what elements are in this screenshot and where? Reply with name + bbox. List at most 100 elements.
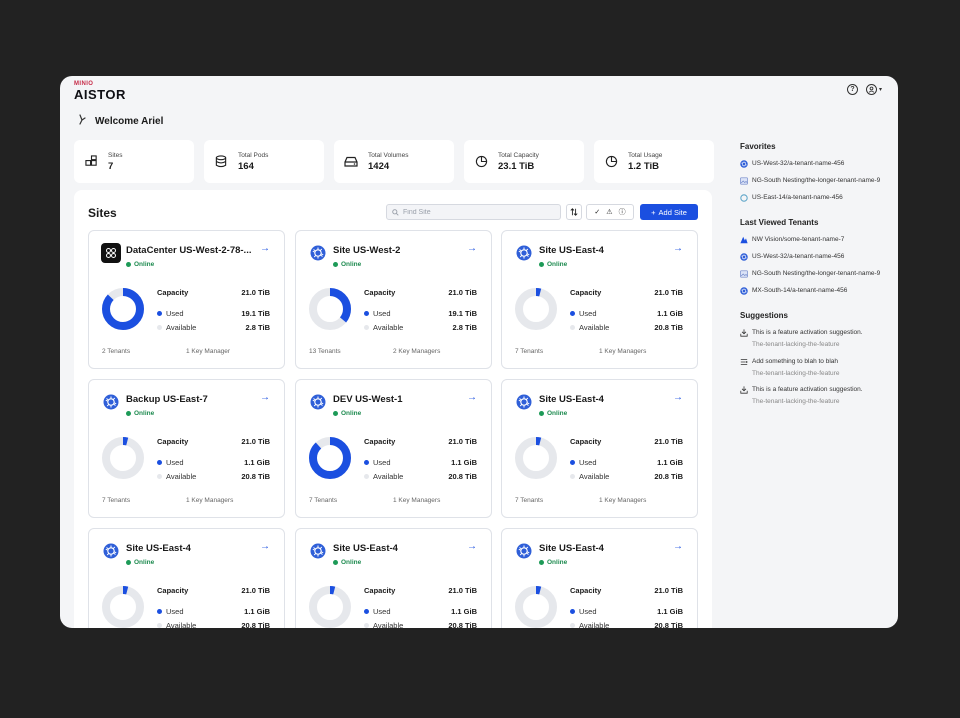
capacity-label: Capacity (157, 437, 189, 446)
arrow-right-icon[interactable]: → (467, 392, 477, 403)
arrow-right-icon[interactable]: → (673, 243, 683, 254)
last-viewed-item[interactable]: NG-South Nesting/the-longer-tenant-name-… (740, 270, 890, 279)
arrow-right-icon[interactable]: → (467, 541, 477, 552)
capacity-label: Capacity (364, 437, 396, 446)
favorites-item[interactable]: NG-South Nesting/the-longer-tenant-name-… (740, 177, 890, 186)
arrow-right-icon[interactable]: → (260, 243, 270, 254)
favorites-section: Favorites US-West-32/a-tenant-name-456 NG… (740, 142, 890, 202)
capacity-value: 21.0 TiB (241, 437, 270, 446)
site-card[interactable]: DataCenter US-West-2-78-... Online → Capaci… (88, 230, 285, 369)
last-viewed-item[interactable]: NW Vision/some-tenant-name-7 (740, 236, 890, 245)
capacity-value: 21.0 TiB (448, 586, 477, 595)
used-value: 1.1 GiB (244, 458, 270, 467)
site-name: Site US-East-4 (126, 543, 191, 554)
arrow-right-icon[interactable]: → (673, 392, 683, 403)
available-legend-dot (570, 474, 575, 479)
arrow-right-icon[interactable]: → (673, 541, 683, 552)
kubernetes-icon (101, 541, 121, 561)
stat-card: Total Pods 164 (204, 140, 324, 183)
key-managers-count: 2 Key Managers (393, 348, 441, 355)
capacity-value: 21.0 TiB (448, 288, 477, 297)
item-sublabel: The-tenant-lacking-the-feature (752, 369, 840, 377)
stats-row: Sites 7 Total Pods 164 Total Volumes 1424 Tota… (74, 140, 714, 183)
online-dot-icon (333, 411, 338, 416)
site-card[interactable]: Site US-East-4 Online → Capacity 21.0 TiB Use… (295, 528, 492, 628)
kubernetes-icon (101, 392, 121, 412)
status-badge: Online (539, 410, 567, 417)
database-icon (214, 155, 228, 169)
check-icon[interactable]: ✓ (594, 208, 600, 216)
used-row: Used (364, 607, 391, 616)
status-badge: Online (126, 410, 154, 417)
stat-value: 1424 (368, 160, 390, 172)
image-icon (740, 177, 748, 185)
site-name: Site US-West-2 (333, 245, 401, 256)
image-icon (740, 270, 748, 278)
favorites-item[interactable]: US-West-32/a-tenant-name-456 (740, 160, 890, 169)
find-site-input[interactable] (403, 208, 553, 216)
help-icon[interactable]: ? (846, 84, 858, 95)
site-card[interactable]: Site US-East-4 Online → Capacity 21.0 TiB Use… (501, 528, 698, 628)
last-viewed-item[interactable]: MX-South-14/a-tenant-name-456 (740, 287, 890, 296)
used-row: Used (157, 458, 184, 467)
suggestions-item[interactable]: Add something to blah to blah The-tenant-… (740, 358, 890, 379)
user-icon[interactable] (865, 84, 877, 95)
arrow-right-icon[interactable]: → (260, 392, 270, 403)
item-label: Add something to blah to blah (752, 357, 839, 365)
download-icon (740, 329, 748, 337)
brand-logo[interactable]: MINIO AISTOR (74, 81, 126, 101)
available-row: Available (570, 621, 609, 628)
capacity-value: 21.0 TiB (654, 437, 683, 446)
online-dot-icon (539, 411, 544, 416)
chevron-down-icon[interactable]: ▾ (879, 86, 882, 93)
used-label: Used (373, 607, 391, 616)
list-icon (740, 358, 748, 366)
arrow-right-icon[interactable]: → (260, 541, 270, 552)
suggestions-item[interactable]: This is a feature activation suggestion.… (740, 329, 890, 350)
used-legend-dot (157, 460, 162, 465)
stat-card: Sites 7 (74, 140, 194, 183)
available-row: Available (157, 323, 196, 332)
available-value: 2.8 TiB (452, 323, 477, 332)
item-sublabel: The-tenant-lacking-the-feature (752, 398, 840, 406)
add-site-button[interactable]: + Add Site (640, 204, 698, 220)
site-card[interactable]: Site US-East-4 Online → Capacity 21.0 TiB Use… (88, 528, 285, 628)
find-site-box[interactable] (386, 204, 561, 220)
used-row: Used (364, 458, 391, 467)
site-card[interactable]: DEV US-West-1 Online → Capacity 21.0 TiB Used… (295, 379, 492, 518)
top-bar: MINIO AISTOR ? ▾ (60, 76, 898, 108)
donut-available-ring (102, 586, 144, 628)
site-card[interactable]: Site US-East-4 Online → Capacity 21.0 TiB Use… (501, 230, 698, 369)
sort-icon (570, 208, 578, 216)
stat-label: Total Capacity (498, 151, 539, 159)
available-label: Available (373, 323, 404, 332)
warning-icon[interactable]: ⚠ (606, 208, 612, 216)
site-card[interactable]: Site US-West-2 Online → Capacity 21.0 TiB Use… (295, 230, 492, 369)
download-icon (740, 386, 748, 395)
kubernetes-icon (514, 243, 534, 263)
used-label: Used (579, 607, 597, 616)
item-label: NG-South Nesting/the-longer-tenant-name-… (752, 269, 881, 277)
brand-name: AISTOR (74, 87, 126, 102)
site-card[interactable]: Site US-East-4 Online → Capacity 21.0 TiB Use… (501, 379, 698, 518)
status-badge: Online (539, 559, 567, 566)
item-label: NG-South Nesting/the-longer-tenant-name-… (752, 176, 881, 184)
welcome-heading: Welcome Ariel (78, 114, 163, 128)
last-viewed-item[interactable]: US-West-32/a-tenant-name-456 (740, 253, 890, 262)
capacity-value: 21.0 TiB (241, 586, 270, 595)
capacity-label: Capacity (157, 586, 189, 595)
pie-chart-icon (474, 155, 488, 169)
online-dot-icon (126, 262, 131, 267)
item-label: US-West-32/a-tenant-name-456 (752, 253, 845, 261)
suggestions-item[interactable]: This is a feature activation suggestion.… (740, 386, 890, 407)
available-label: Available (166, 323, 197, 332)
favorites-item[interactable]: US-East-14/a-tenant-name-456 (740, 194, 890, 203)
arrow-right-icon[interactable]: → (467, 243, 477, 254)
key-managers-count: 1 Key Managers (599, 348, 647, 355)
status-text: Online (341, 559, 362, 566)
available-value: 20.8 TiB (448, 472, 477, 481)
available-legend-dot (157, 325, 162, 330)
site-card[interactable]: Backup US-East-7 Online → Capacity 21.0 TiB U… (88, 379, 285, 518)
info-icon[interactable]: ⓘ (619, 207, 626, 217)
sort-button[interactable] (566, 204, 582, 220)
